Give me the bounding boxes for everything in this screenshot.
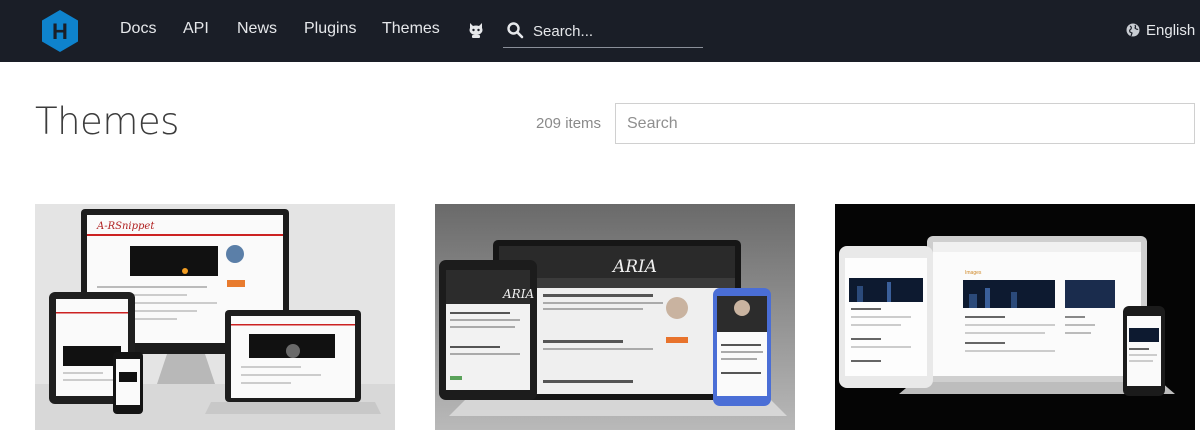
- hexo-logo-icon[interactable]: H: [38, 9, 82, 53]
- theme-screen-label: Images: [965, 270, 982, 276]
- theme-preview-image: A-RSnippet: [35, 204, 395, 430]
- theme-screen-label: ARIA: [611, 257, 657, 277]
- theme-preview-image: Images: [835, 204, 1195, 430]
- language-label: English: [1146, 21, 1196, 39]
- top-navbar: H Docs API News Plugins Themes English: [0, 0, 1200, 62]
- nav-api-link[interactable]: API: [183, 20, 209, 38]
- theme-screen-label: A-RSnippet: [96, 221, 155, 232]
- logo-letter: H: [52, 19, 68, 44]
- github-icon[interactable]: [467, 21, 485, 39]
- nav-docs-link[interactable]: Docs: [120, 20, 156, 38]
- search-icon: [507, 22, 524, 39]
- language-selector[interactable]: English: [1126, 20, 1195, 40]
- nav-news-link[interactable]: News: [237, 20, 277, 38]
- theme-count: 209 items: [536, 115, 602, 132]
- theme-screen-label-tablet: ARIA: [502, 287, 534, 301]
- page-title: Themes: [35, 100, 179, 143]
- theme-search-input[interactable]: [615, 103, 1195, 144]
- nav-plugins-link[interactable]: Plugins: [304, 20, 356, 38]
- theme-card[interactable]: Images: [835, 204, 1195, 430]
- site-search: [503, 18, 703, 48]
- site-search-input[interactable]: [533, 18, 701, 44]
- nav-themes-link[interactable]: Themes: [382, 20, 440, 38]
- globe-icon: [1126, 23, 1140, 37]
- theme-card[interactable]: A-RSnippet: [35, 204, 395, 430]
- theme-card[interactable]: ARIA ARIA: [435, 204, 795, 430]
- theme-preview-image: ARIA ARIA: [435, 204, 795, 430]
